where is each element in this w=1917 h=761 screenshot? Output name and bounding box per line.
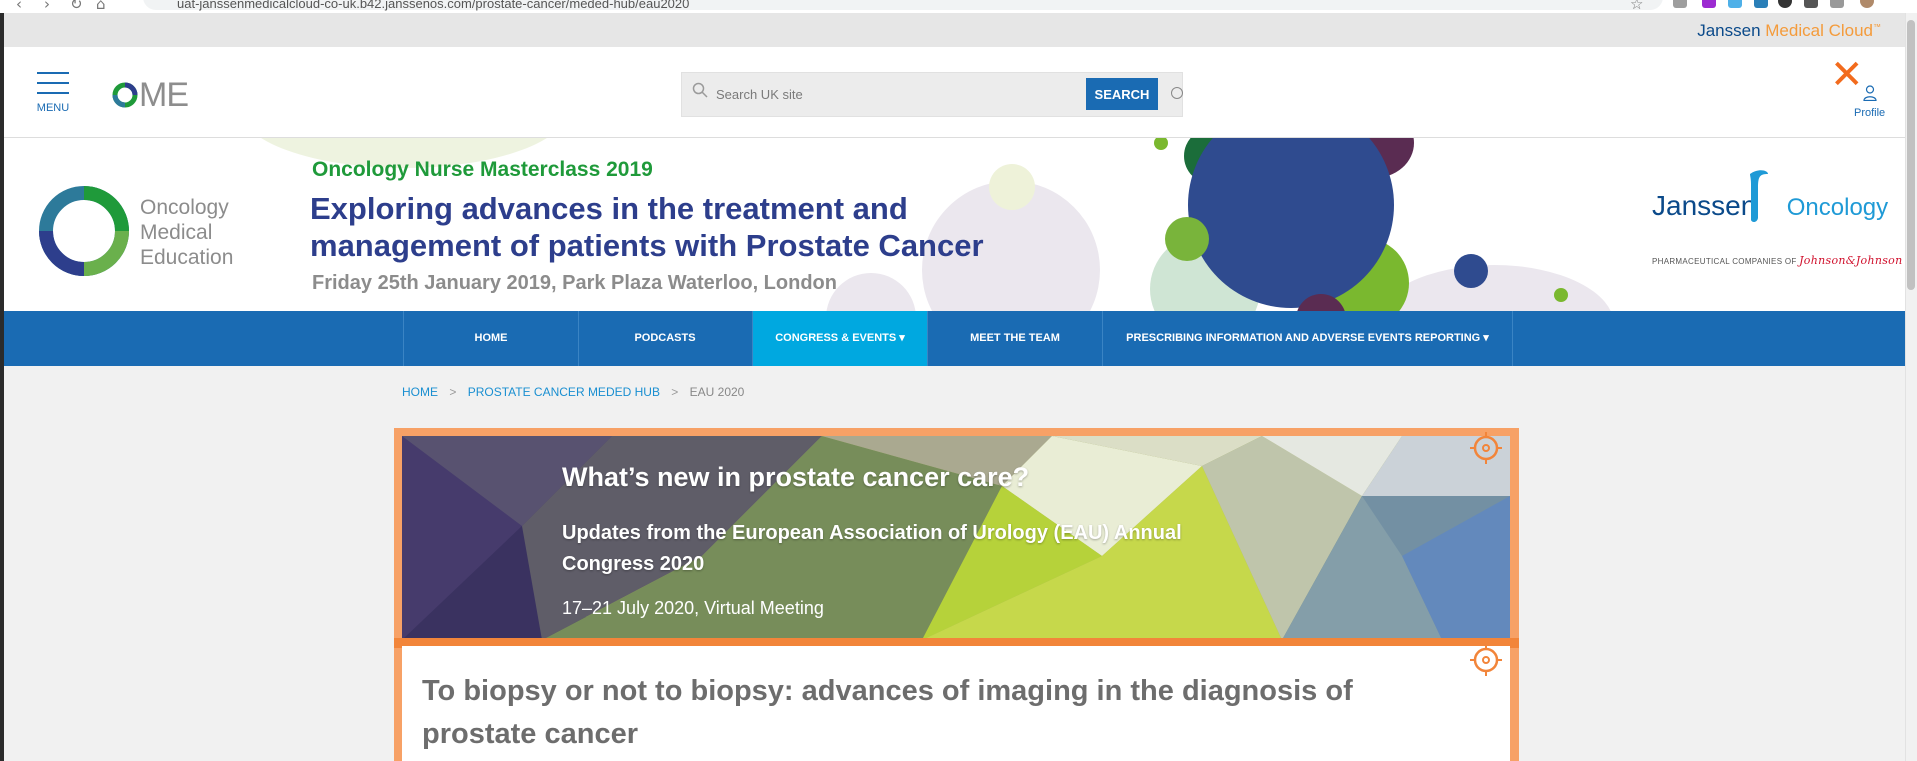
decor-circle bbox=[1165, 217, 1209, 261]
eau-heading: What’s new in prostate cancer care? bbox=[562, 462, 1030, 492]
ome-logo-text: ME bbox=[139, 76, 189, 114]
bookmark-star-icon[interactable]: ☆ bbox=[1630, 0, 1643, 13]
nav-meet-the-team[interactable]: MEET THE TEAM bbox=[928, 311, 1103, 366]
decor-circle bbox=[826, 273, 916, 311]
breadcrumb: HOME > PROSTATE CANCER MEDED HUB > EAU 2… bbox=[402, 385, 744, 399]
pharma-tagline: PHARMACEUTICAL COMPANIES OF Johnson&John… bbox=[1652, 254, 1903, 267]
brand-line: Oncology bbox=[140, 196, 229, 219]
search-bar: SEARCH bbox=[681, 72, 1183, 117]
nav-home[interactable]: HOME bbox=[403, 311, 579, 366]
reload-icon[interactable]: ↻ bbox=[70, 0, 83, 13]
decor-circle bbox=[1454, 254, 1488, 288]
janssen-swoosh-icon bbox=[1750, 170, 1768, 223]
user-avatar-icon[interactable] bbox=[1860, 0, 1874, 8]
nav-prescribing-information[interactable]: PRESCRIBING INFORMATION AND ADVERSE EVEN… bbox=[1103, 311, 1513, 366]
search-icon bbox=[692, 82, 708, 103]
browser-toolbar: ‹ › ↻ ⌂ uat-janssenmedicalcloud-co-uk.b4… bbox=[0, 0, 1917, 14]
site-header: MENU ME SEARCH ✕ Profile bbox=[4, 47, 1905, 138]
breadcrumb-home[interactable]: HOME bbox=[402, 385, 438, 399]
article-title[interactable]: To biopsy or not to biopsy: advances of … bbox=[422, 670, 1422, 756]
breadcrumb-separator: > bbox=[671, 385, 679, 399]
ome-ring-icon bbox=[112, 82, 138, 108]
menu-button[interactable]: MENU bbox=[33, 72, 73, 114]
janssen-medical-cloud-logo[interactable]: Janssen Medical Cloud™ bbox=[1697, 21, 1881, 41]
breadcrumb-separator: > bbox=[449, 385, 457, 399]
hamburger-icon bbox=[37, 72, 69, 74]
scrollbar-thumb[interactable] bbox=[1907, 20, 1915, 290]
main-nav: HOME PODCASTS CONGRESS & EVENTS ▾ MEET T… bbox=[4, 311, 1905, 366]
eau-date: 17–21 July 2020, Virtual Meeting bbox=[562, 598, 824, 618]
breadcrumb-prostate-hub[interactable]: PROSTATE CANCER MEDED HUB bbox=[468, 385, 660, 399]
pharma-prefix: PHARMACEUTICAL COMPANIES OF bbox=[1652, 257, 1797, 266]
breadcrumb-current: EAU 2020 bbox=[689, 385, 745, 399]
ome-logo[interactable]: ME bbox=[111, 76, 189, 115]
forward-icon[interactable]: › bbox=[44, 0, 50, 13]
search-button[interactable]: SEARCH bbox=[1086, 78, 1158, 110]
event-kicker: Oncology Nurse Masterclass 2019 bbox=[312, 158, 653, 181]
oncology-medical-education-text: Oncology Medical Education bbox=[140, 195, 233, 270]
extensions-puzzle-icon[interactable] bbox=[1804, 0, 1818, 8]
home-icon[interactable]: ⌂ bbox=[96, 0, 106, 13]
extension-gear-icon[interactable] bbox=[1830, 0, 1844, 8]
back-icon[interactable]: ‹ bbox=[16, 0, 22, 13]
search-input[interactable] bbox=[714, 80, 1048, 108]
brand-line: Medical bbox=[140, 221, 213, 244]
profile-label: Profile bbox=[1854, 107, 1886, 119]
event-date: Friday 25th January 2019, Park Plaza Wat… bbox=[312, 272, 837, 294]
eau-banner: What’s new in prostate cancer care? Upda… bbox=[402, 436, 1510, 640]
extension-purple-icon[interactable] bbox=[1702, 0, 1716, 8]
nav-congress-events[interactable]: CONGRESS & EVENTS ▾ bbox=[753, 311, 928, 366]
target-crosshair-icon[interactable] bbox=[1470, 644, 1502, 676]
profile-icon bbox=[1862, 85, 1877, 101]
oncology-medical-education-logo-icon[interactable] bbox=[36, 183, 132, 279]
hamburger-bar bbox=[37, 82, 69, 84]
brand-strip: Janssen Medical Cloud™ bbox=[4, 13, 1905, 47]
profile-button[interactable]: Profile bbox=[1854, 85, 1885, 120]
janssen-oncology-logo[interactable]: Janssen Oncology bbox=[1652, 170, 1889, 223]
decor-circle bbox=[1374, 265, 1614, 311]
address-text[interactable]: uat-janssenmedicalcloud-co-uk.b42.jansse… bbox=[177, 0, 689, 11]
event-title: Exploring advances in the treatment and … bbox=[310, 190, 1130, 264]
decor-circle bbox=[1554, 288, 1568, 302]
oncology-wordmark: Oncology bbox=[1786, 194, 1889, 221]
target-crosshair-icon[interactable] bbox=[1470, 432, 1502, 464]
eau-subheading: Updates from the European Association of… bbox=[562, 522, 1182, 575]
extension-mail-icon[interactable] bbox=[1673, 0, 1687, 8]
johnson-johnson-logo: Johnson&Johnson bbox=[1799, 254, 1903, 267]
event-title-line: management of patients with Prostate Can… bbox=[310, 228, 984, 263]
brand-line: Education bbox=[140, 246, 234, 269]
extension-blue-icon[interactable] bbox=[1728, 0, 1742, 8]
extension-c-icon[interactable] bbox=[1754, 0, 1768, 8]
event-title-line: Exploring advances in the treatment and bbox=[310, 191, 908, 226]
extension-dark-icon[interactable] bbox=[1778, 0, 1792, 8]
janssen-wordmark: Janssen bbox=[1652, 190, 1757, 221]
loading-spinner-icon bbox=[1171, 87, 1183, 99]
decor-circle bbox=[1154, 138, 1168, 150]
hero-banner: Oncology Medical Education Oncology Nurs… bbox=[4, 138, 1905, 311]
nav-podcasts[interactable]: PODCASTS bbox=[578, 311, 753, 366]
hamburger-bar bbox=[37, 92, 69, 94]
menu-label: MENU bbox=[36, 102, 70, 114]
article-card[interactable]: To biopsy or not to biopsy: advances of … bbox=[402, 646, 1510, 761]
